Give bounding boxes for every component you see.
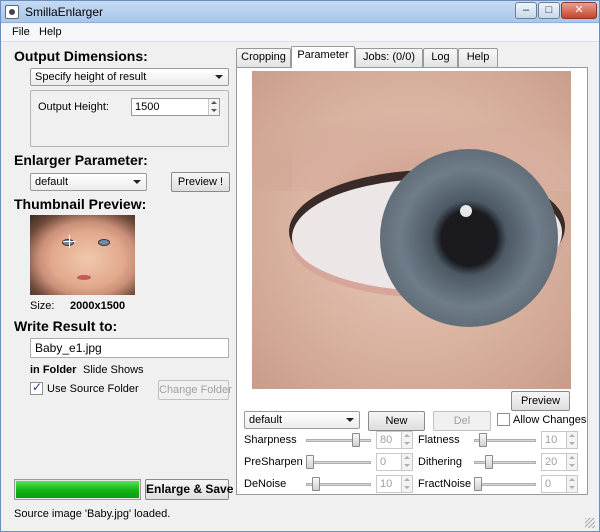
output-height-spinbox[interactable]: 1500: [131, 98, 220, 116]
thumbnail-heading: Thumbnail Preview:: [14, 196, 147, 212]
minimize-button[interactable]: –: [515, 2, 537, 19]
parameter-preset-value: default: [249, 414, 283, 426]
sharpness-spinbox[interactable]: 80: [376, 431, 413, 449]
status-bar: Source image 'Baby.jpg' loaded.: [1, 504, 599, 531]
sharpness-label: Sharpness: [244, 434, 297, 446]
maximize-icon: □: [545, 4, 553, 16]
fractnoise-label: FractNoise: [418, 478, 472, 490]
parameter-preset-select[interactable]: default: [244, 411, 360, 429]
tab-cropping[interactable]: Cropping: [236, 48, 291, 67]
menu-help[interactable]: Help: [39, 26, 62, 38]
flatness-label: Flatness: [418, 434, 460, 446]
app-window: SmillaEnlarger – □ ✕ File Help Output Di…: [0, 0, 600, 532]
change-folder-button[interactable]: Change Folder: [158, 380, 232, 400]
enlarged-preview-image[interactable]: [252, 71, 571, 389]
denoise-slider[interactable]: [306, 477, 371, 491]
in-folder-label: in Folder: [30, 364, 77, 376]
presharpen-label: PreSharpen: [244, 456, 303, 468]
folder-value: Slide Shows: [83, 364, 144, 376]
preview-bang-button[interactable]: Preview !: [171, 172, 230, 192]
allow-changes-label: Allow Changes: [513, 414, 587, 426]
new-preset-button[interactable]: New: [368, 411, 425, 431]
tab-log[interactable]: Log: [423, 48, 458, 67]
dithering-slider[interactable]: [474, 455, 536, 469]
progress-bar: [14, 479, 141, 500]
chevron-down-icon: [215, 75, 223, 79]
flatness-spinbox[interactable]: 10: [541, 431, 578, 449]
slider-handle[interactable]: [306, 455, 314, 469]
tab-jobs[interactable]: Jobs: (0/0): [355, 48, 423, 67]
slider-handle[interactable]: [479, 433, 487, 447]
fractnoise-value: 0: [545, 478, 552, 490]
title-bar[interactable]: SmillaEnlarger – □ ✕: [1, 1, 599, 23]
menu-file[interactable]: File: [12, 26, 30, 38]
denoise-value: 10: [380, 478, 393, 490]
allow-changes-checkbox[interactable]: [497, 413, 510, 426]
output-height-label: Output Height:: [38, 101, 109, 113]
delete-preset-button[interactable]: Del: [433, 411, 491, 431]
chevron-down-icon: [133, 180, 141, 184]
progress-fill: [16, 481, 139, 498]
flatness-value: 10: [545, 434, 558, 446]
output-dimensions-heading: Output Dimensions:: [14, 48, 148, 64]
enlarger-preset-value: default: [35, 176, 69, 188]
enlarger-preset-select[interactable]: default: [30, 173, 147, 191]
sharpness-slider[interactable]: [306, 433, 371, 447]
close-button[interactable]: ✕: [561, 2, 597, 19]
fractnoise-slider[interactable]: [474, 477, 536, 491]
presharpen-slider[interactable]: [306, 455, 371, 469]
dithering-spinbox[interactable]: 20: [541, 453, 578, 471]
enlarge-save-button[interactable]: Enlarge & Save: [145, 479, 233, 500]
presharpen-spinbox[interactable]: 0: [376, 453, 413, 471]
denoise-spinbox[interactable]: 10: [376, 475, 413, 493]
window-title: SmillaEnlarger: [25, 5, 104, 19]
preview-highlight: [460, 205, 472, 217]
slider-handle[interactable]: [352, 433, 360, 447]
spin-arrows-icon[interactable]: [566, 454, 577, 470]
use-source-folder-label: Use Source Folder: [47, 383, 139, 395]
preview-button[interactable]: Preview: [511, 391, 570, 411]
thumbnail-image[interactable]: [30, 215, 135, 295]
use-source-folder-checkbox[interactable]: [30, 380, 43, 395]
fractnoise-spinbox[interactable]: 0: [541, 475, 578, 493]
app-icon: [5, 5, 19, 19]
chevron-down-icon: [346, 418, 354, 422]
thumbnail-right-eye: [98, 239, 110, 246]
enlarger-parameter-heading: Enlarger Parameter:: [14, 152, 148, 168]
dithering-value: 20: [545, 456, 558, 468]
write-result-heading: Write Result to:: [14, 318, 118, 334]
spin-arrows-icon[interactable]: [401, 432, 412, 448]
output-filename-field[interactable]: Baby_e1.jpg: [30, 338, 229, 358]
slider-handle[interactable]: [312, 477, 320, 491]
sharpness-value: 80: [380, 434, 393, 446]
slider-handle[interactable]: [474, 477, 482, 491]
thumbnail-mouth: [77, 275, 91, 280]
spin-arrows-icon[interactable]: [566, 476, 577, 492]
output-height-value: 1500: [135, 101, 160, 113]
minimize-icon: –: [522, 4, 530, 16]
denoise-label: DeNoise: [244, 478, 287, 490]
spin-arrows-icon[interactable]: [566, 432, 577, 448]
tab-parameter[interactable]: Parameter: [291, 46, 355, 68]
presharpen-value: 0: [380, 456, 387, 468]
slider-handle[interactable]: [485, 455, 493, 469]
close-icon: ✕: [574, 4, 584, 16]
tab-help[interactable]: Help: [458, 48, 498, 67]
size-label: Size:: [30, 300, 55, 312]
dithering-label: Dithering: [418, 456, 463, 468]
maximize-button[interactable]: □: [538, 2, 560, 19]
menu-bar: File Help: [1, 24, 599, 42]
output-mode-value: Specify height of result: [35, 71, 147, 83]
crosshair-icon[interactable]: [63, 235, 76, 248]
spin-arrows-icon[interactable]: [401, 454, 412, 470]
spin-arrows-icon[interactable]: [401, 476, 412, 492]
output-mode-select[interactable]: Specify height of result: [30, 68, 229, 86]
preview-iris: [380, 149, 558, 327]
flatness-slider[interactable]: [474, 433, 536, 447]
resize-grip-icon[interactable]: [585, 518, 595, 528]
status-text: Source image 'Baby.jpg' loaded.: [14, 508, 171, 520]
spin-arrows-icon[interactable]: [208, 99, 219, 115]
size-value: 2000x1500: [70, 300, 126, 312]
